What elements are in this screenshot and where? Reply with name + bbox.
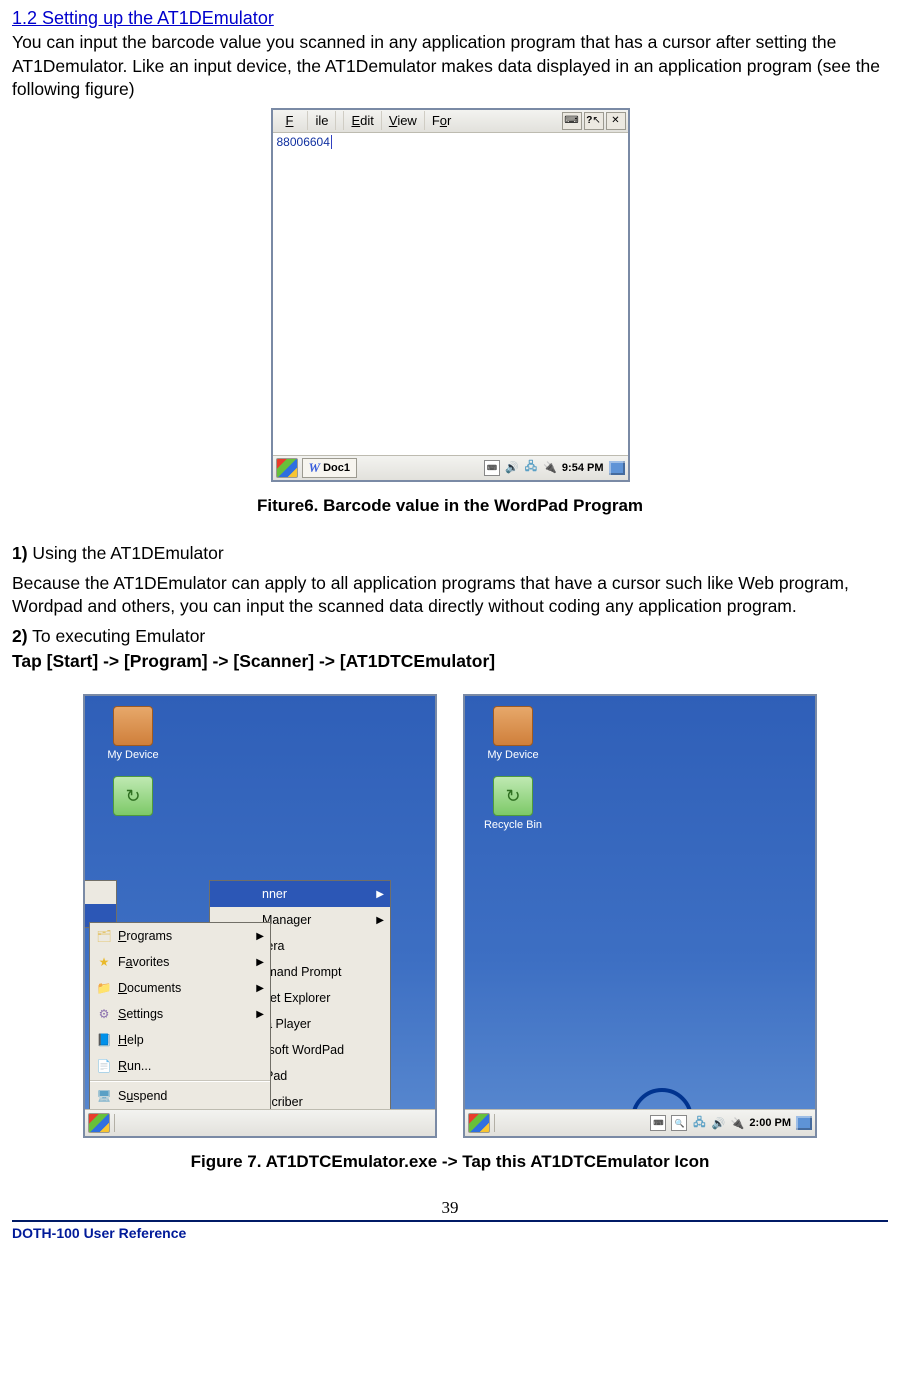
fig6-tray: ⌨ 🔊 🖧 🔌 9:54 PM [484, 460, 625, 476]
mydevice-icon [493, 706, 533, 746]
mydevice-icon [113, 706, 153, 746]
recycle-label: Recycle Bin [473, 819, 553, 831]
tray-plug-icon[interactable]: 🔌 [730, 1116, 744, 1130]
tray-sound-icon[interactable]: 🔊 [711, 1116, 725, 1130]
tray-clock[interactable]: 9:54 PM [562, 462, 604, 474]
start-favorites[interactable]: ★ Favorites ▶ [90, 949, 270, 975]
chevron-right-icon: ▶ [256, 931, 264, 942]
start-settings[interactable]: ⚙ Settings ▶ [90, 1001, 270, 1027]
step2-lead: 2) [12, 626, 28, 646]
fig7-caption: Figure 7. AT1DTCEmulator.exe -> Tap this… [12, 1152, 888, 1172]
intro-paragraph: You can input the barcode value you scan… [12, 31, 888, 102]
start-programs[interactable]: 🗂 Programs ▶ [90, 923, 270, 949]
chevron-right-icon: ▶ [376, 915, 384, 926]
fig7-left-taskbar [85, 1109, 435, 1136]
step2-title: To executing Emulator [28, 626, 206, 646]
help-icon: 📘 [96, 1032, 112, 1048]
step1-body: Because the AT1DEmulator can apply to al… [12, 572, 888, 619]
help-cursor-icon[interactable]: ?↖ [584, 112, 604, 130]
footer-rule [12, 1220, 888, 1222]
wordpad-w-icon: W [309, 460, 321, 476]
barcode-value: 88006604 [277, 135, 332, 149]
tray-keyboard-icon[interactable]: ⌨ [650, 1115, 666, 1131]
start-run[interactable]: 📄 Run... [90, 1053, 270, 1079]
start-menu: 🗂 Programs ▶ ★ Favorites ▶ 📁 Documents ▶… [89, 922, 271, 1110]
desktop-mydevice-r[interactable]: My Device [473, 706, 553, 761]
flyout-emulator[interactable]: 🔍 AT1DTCEmulator [83, 881, 116, 904]
chevron-right-icon: ▶ [256, 983, 264, 994]
fig6-taskbar: W Doc1 ⌨ 🔊 🖧 🔌 9:54 PM [273, 455, 628, 480]
chevron-right-icon: ▶ [256, 1009, 264, 1020]
taskbar-divider [494, 1114, 495, 1132]
menu-format[interactable]: For [425, 111, 459, 130]
step1-line: 1) Using the AT1DEmulator [12, 542, 888, 566]
start-documents[interactable]: 📁 Documents ▶ [90, 975, 270, 1001]
recycle-icon [113, 776, 153, 816]
step2-path: Tap [Start] -> [Program] -> [Scanner] ->… [12, 650, 888, 674]
start-flag-icon[interactable] [88, 1113, 110, 1133]
fig7-right-taskbar: ⌨ 🔍 🖧 🔊 🔌 2:00 PM [465, 1109, 815, 1136]
fig6-caption: Fiture6. Barcode value in the WordPad Pr… [12, 496, 888, 516]
fig6-wordpad-window: File Edit View For ⌨ ?↖ ✕ 88006604 W Doc… [271, 108, 630, 482]
tray-emulator-icon[interactable]: 🔍 [671, 1115, 687, 1131]
start-flag-icon[interactable] [276, 458, 298, 478]
start-divider [90, 1080, 270, 1082]
start-flag-icon[interactable] [468, 1113, 490, 1133]
fig6-document-area[interactable]: 88006604 [273, 133, 628, 455]
tray-clock[interactable]: 2:00 PM [749, 1117, 791, 1129]
desktop-recycle-partial[interactable] [93, 776, 173, 819]
step2-line: 2) To executing Emulator [12, 625, 888, 649]
chevron-right-icon: ▶ [376, 889, 384, 900]
menu-file-text: ile [308, 111, 336, 130]
fig7-right-tray: ⌨ 🔍 🖧 🔊 🔌 2:00 PM [650, 1115, 812, 1131]
page-number: 39 [12, 1198, 888, 1218]
taskbar-divider [114, 1114, 115, 1132]
tray-desktop-icon[interactable] [609, 461, 625, 475]
close-icon[interactable]: ✕ [606, 112, 626, 130]
fig7-left-screen: My Device 🔍 AT1DTCEmulator ▮ AT1DTScanne… [83, 694, 437, 1138]
sip-keyboard-icon[interactable]: ⌨ [562, 112, 582, 130]
tray-volume-icon[interactable]: 🔊 [505, 461, 519, 475]
tray-network-icon[interactable]: 🖧 [524, 461, 538, 475]
footer-reference: DOTH-100 User Reference [12, 1225, 888, 1247]
fig7-right-screen: My Device Recycle Bin ⌨ 🔍 🖧 🔊 🔌 2:00 PM [463, 694, 817, 1138]
taskbar-doc-button[interactable]: W Doc1 [302, 458, 357, 478]
mydevice-label: My Device [93, 749, 173, 761]
desktop-mydevice[interactable]: My Device [93, 706, 173, 761]
recycle-icon [493, 776, 533, 816]
start-help[interactable]: 📘 Help [90, 1027, 270, 1053]
menu-view[interactable]: View [382, 111, 425, 130]
tray-battery-icon[interactable]: 🔌 [543, 461, 557, 475]
start-menu-stack: 🔍 AT1DTCEmulator ▮ AT1DTScanner nner ▶ M… [89, 922, 271, 1110]
taskbar-doc-label: Doc1 [323, 462, 350, 474]
submenu-scanner-row[interactable]: nner ▶ [210, 881, 390, 907]
submenu-scanner-label: nner [262, 887, 287, 901]
tray-desktop-icon[interactable] [796, 1116, 812, 1130]
section-heading: 1.2 Setting up the AT1DEmulator [12, 8, 888, 29]
settings-icon: ⚙ [96, 1006, 112, 1022]
tray-network-icon[interactable]: 🖧 [692, 1116, 706, 1130]
step1-lead: 1) [12, 543, 28, 563]
tray-keyboard-icon[interactable]: ⌨ [484, 460, 500, 476]
suspend-icon: 🖥 [96, 1088, 112, 1104]
programs-icon: 🗂 [96, 928, 112, 944]
run-icon: 📄 [96, 1058, 112, 1074]
start-suspend[interactable]: 🖥 Suspend [90, 1083, 270, 1109]
menu-file[interactable]: File [279, 111, 345, 130]
mydevice-label: My Device [473, 749, 553, 761]
step1-title: Using the AT1DEmulator [28, 543, 224, 563]
scanner-flyout: 🔍 AT1DTCEmulator ▮ AT1DTScanner [83, 880, 117, 928]
documents-icon: 📁 [96, 980, 112, 996]
fig6-menubar: File Edit View For ⌨ ?↖ ✕ [273, 110, 628, 133]
chevron-right-icon: ▶ [256, 957, 264, 968]
favorites-icon: ★ [96, 954, 112, 970]
menu-edit[interactable]: Edit [344, 111, 381, 130]
desktop-recycle-r[interactable]: Recycle Bin [473, 776, 553, 831]
